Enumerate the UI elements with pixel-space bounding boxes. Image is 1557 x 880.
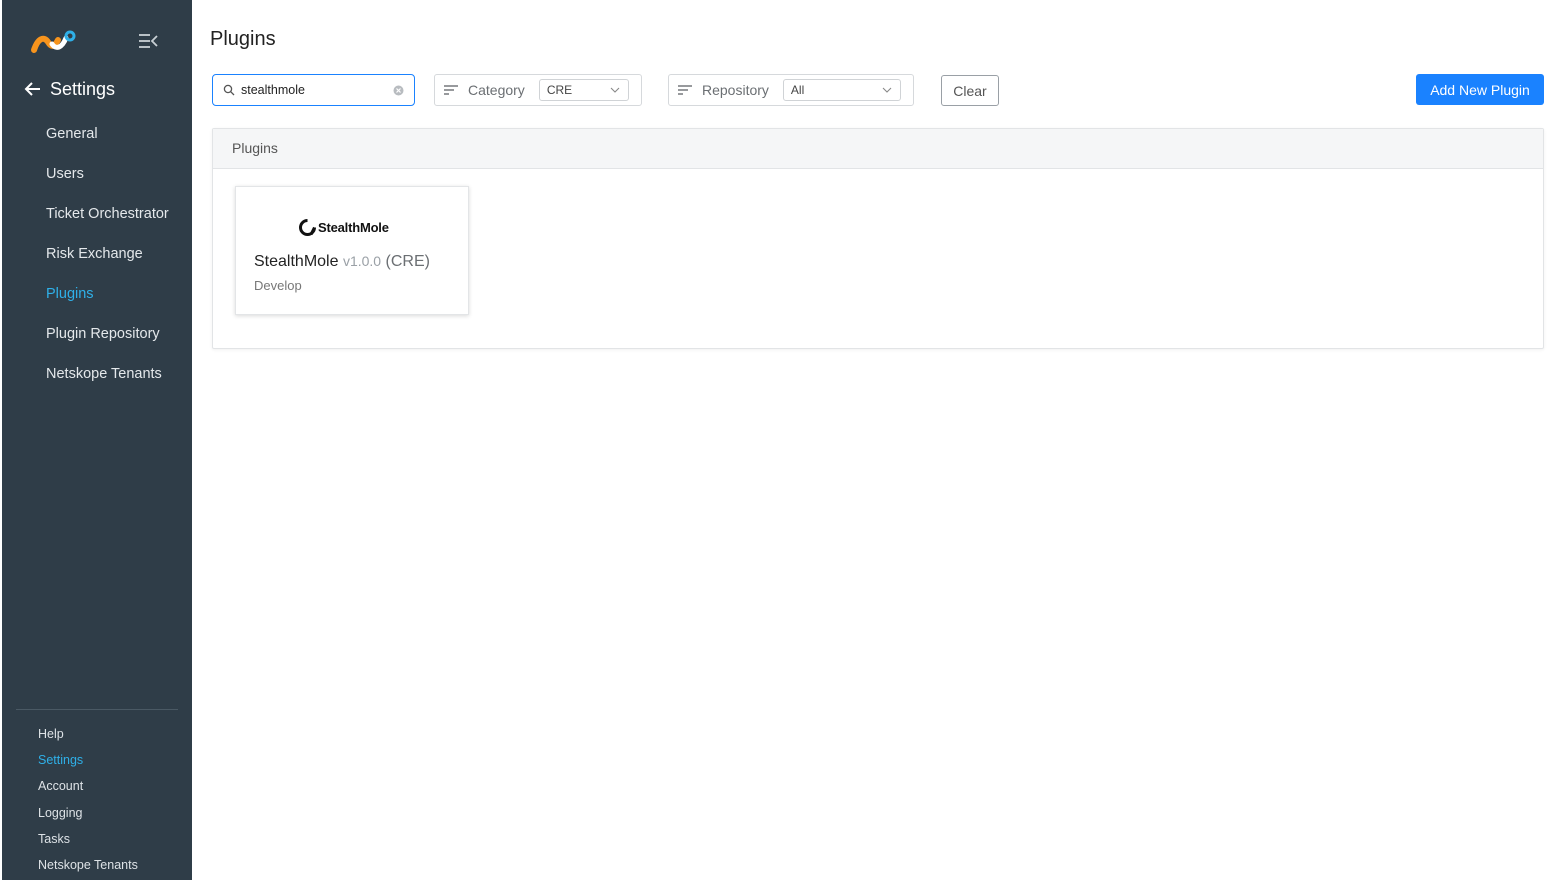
global-nav-account[interactable]: Account — [2, 773, 192, 799]
global-nav-tasks[interactable]: Tasks — [2, 826, 192, 852]
stealthmole-logo: StealthMole — [299, 218, 389, 236]
sidebar-item-ticket-orchestrator[interactable]: Ticket Orchestrator — [2, 194, 192, 234]
chevron-down-icon — [882, 87, 892, 93]
filter-icon — [444, 85, 458, 95]
sidebar-item-netskope-tenants[interactable]: Netskope Tenants — [2, 354, 192, 394]
netskope-logo-icon[interactable] — [30, 28, 78, 56]
clear-search-icon[interactable] — [393, 85, 404, 96]
repository-select-value: All — [790, 83, 805, 97]
stealthmole-logo-text: StealthMole — [318, 219, 389, 235]
sidebar-item-plugin-repository[interactable]: Plugin Repository — [2, 314, 192, 354]
settings-heading: Settings — [50, 78, 116, 99]
search-box[interactable] — [212, 74, 415, 106]
plugin-repository: Develop — [254, 278, 302, 293]
plugin-card-title: StealthMole v1.0.0 (CRE) — [254, 253, 430, 271]
add-new-plugin-button[interactable]: Add New Plugin — [1416, 74, 1544, 105]
category-select[interactable]: CRE — [538, 79, 629, 101]
category-label: Category — [468, 82, 525, 98]
sidebar-divider — [16, 709, 178, 710]
search-icon — [223, 84, 235, 96]
sidebar-item-risk-exchange[interactable]: Risk Exchange — [2, 234, 192, 274]
arrow-left-icon — [24, 82, 40, 96]
plugin-category: (CRE) — [385, 253, 430, 270]
repository-label: Repository — [702, 82, 769, 98]
chevron-down-icon — [610, 87, 620, 93]
global-nav-settings[interactable]: Settings — [2, 747, 192, 773]
settings-nav: General Users Ticket Orchestrator Risk E… — [2, 114, 192, 394]
global-nav-help[interactable]: Help — [2, 721, 192, 747]
plugins-panel-header: Plugins — [213, 129, 1543, 169]
search-input[interactable] — [241, 83, 389, 97]
sidebar-item-general[interactable]: General — [2, 114, 192, 154]
repository-select[interactable]: All — [782, 79, 901, 101]
sidebar-item-plugins[interactable]: Plugins — [2, 274, 192, 314]
repository-filter: Repository All — [668, 74, 914, 106]
global-nav: Help Settings Account Logging Tasks Nets… — [2, 721, 192, 878]
clear-filters-button[interactable]: Clear — [941, 75, 999, 106]
plugin-name: StealthMole — [254, 253, 339, 270]
global-nav-logging[interactable]: Logging — [2, 800, 192, 826]
sidebar-item-users[interactable]: Users — [2, 154, 192, 194]
plugin-version: v1.0.0 — [342, 253, 382, 269]
global-nav-netskope-tenants[interactable]: Netskope Tenants — [2, 852, 192, 878]
plugin-card[interactable]: StealthMole StealthMole v1.0.0 (CRE) Dev… — [235, 186, 469, 315]
category-select-value: CRE — [546, 83, 573, 97]
back-to-settings-link[interactable]: Settings — [24, 76, 115, 102]
sidebar: Settings General Users Ticket Orchestrat… — [2, 0, 192, 880]
category-filter: Category CRE — [434, 74, 642, 106]
filter-icon — [678, 85, 692, 95]
collapse-menu-icon[interactable] — [138, 32, 158, 50]
page-title: Plugins — [210, 28, 276, 50]
stealthmole-logo-icon — [299, 218, 316, 236]
